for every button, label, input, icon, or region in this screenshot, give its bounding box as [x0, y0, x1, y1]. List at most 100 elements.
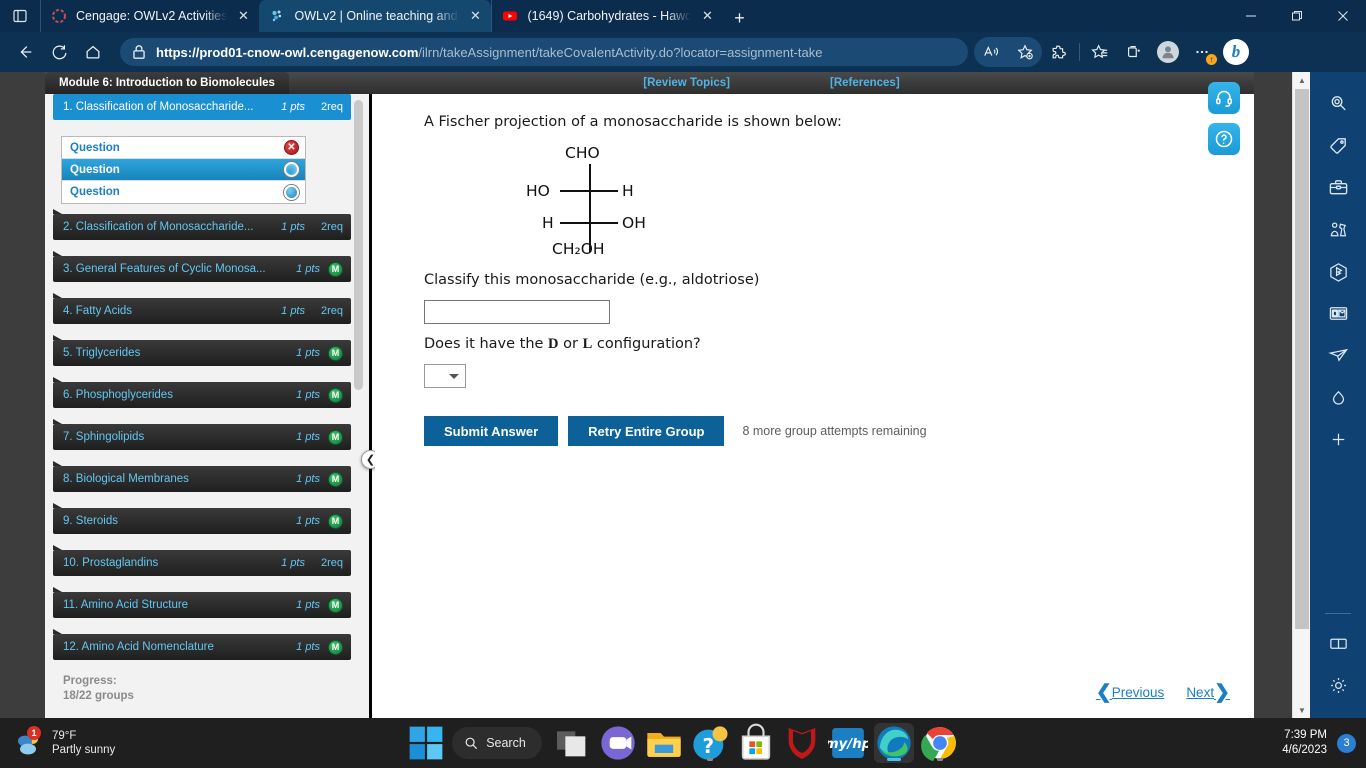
group-item-12[interactable]: 12. Amino Acid Nomenclature 1 pts M — [53, 629, 351, 660]
back-icon[interactable] — [8, 37, 42, 67]
group-name: 10. Prostaglandins — [63, 557, 159, 569]
status-unanswered-icon — [284, 162, 299, 177]
group-item-11[interactable]: 11. Amino Acid Structure 1 pts M — [53, 587, 351, 618]
teams-icon[interactable] — [598, 723, 638, 763]
bing-icon[interactable] — [1321, 254, 1355, 288]
config-q-post: configuration? — [592, 336, 701, 352]
new-tab-button[interactable]: + — [723, 4, 755, 32]
microsoft-store-icon[interactable] — [736, 723, 776, 763]
next-link[interactable]: Next ❯ — [1186, 681, 1230, 704]
browser-tab-3[interactable]: (1649) Carbohydrates - Haworth ✕ — [491, 0, 723, 32]
group-points: 1 pts — [296, 641, 320, 653]
group-item-8[interactable]: 8. Biological Membranes 1 pts M — [53, 461, 351, 492]
references-link[interactable]: [References] — [830, 77, 900, 89]
split-screen-icon[interactable] — [1321, 626, 1355, 660]
group-points: 1 pts — [296, 389, 320, 401]
tools-icon[interactable] — [1321, 170, 1355, 204]
fischer-bond-row1 — [560, 190, 618, 192]
question-row-3[interactable]: Question — [62, 181, 305, 203]
pagination-controls: ❮ Previous Next ❯ — [1096, 681, 1230, 704]
games-icon[interactable] — [1321, 212, 1355, 246]
profile-icon[interactable] — [1151, 37, 1185, 67]
scroll-up-arrow-icon[interactable]: ▲ — [1293, 72, 1311, 88]
page-viewport: Module 6: Introduction to Biomolecules [… — [0, 72, 1310, 718]
address-bar[interactable]: https://prod01-cnow-owl.cengagenow.com/i… — [120, 38, 968, 66]
browser-toolbar: https://prod01-cnow-owl.cengagenow.com/i… — [0, 32, 1366, 72]
extensions-icon[interactable] — [1042, 37, 1076, 67]
favorites-icon[interactable] — [1083, 37, 1117, 67]
collections-icon[interactable] — [1117, 37, 1151, 67]
headset-support-icon[interactable] — [1208, 82, 1240, 114]
add-icon[interactable] — [1321, 422, 1355, 456]
tab-actions-icon[interactable] — [0, 0, 40, 32]
group-item-1[interactable]: 1. Classification of Monosaccharide... 1… — [53, 94, 351, 120]
group-item-9[interactable]: 9. Steroids 1 pts M — [53, 503, 351, 534]
submit-answer-button[interactable]: Submit Answer — [424, 416, 559, 446]
read-aloud-icon[interactable] — [974, 37, 1008, 67]
add-favorite-icon[interactable] — [1008, 37, 1042, 67]
clock-date: 4/6/2023 — [1282, 744, 1327, 756]
tab-title: Cengage: OWLv2 Activities — [76, 9, 228, 23]
configuration-select[interactable] — [424, 364, 466, 388]
review-topics-link[interactable]: [Review Topics] — [643, 77, 730, 89]
shopping-tag-icon[interactable] — [1321, 128, 1355, 162]
page-scrollbar[interactable]: ▲ ▼ — [1292, 72, 1310, 718]
classification-input[interactable] — [424, 300, 610, 324]
group-item-4[interactable]: 4. Fatty Acids 1 pts 2req — [53, 293, 351, 324]
svg-text:my/hp: my/hp — [828, 737, 868, 752]
question-row-2[interactable]: Question — [62, 159, 305, 181]
outlook-icon[interactable] — [1321, 296, 1355, 330]
chrome-icon[interactable] — [920, 723, 960, 763]
tab-close-icon[interactable]: ✕ — [233, 6, 253, 26]
help-tips-icon[interactable]: ? — [690, 723, 730, 763]
group-item-7[interactable]: 7. Sphingolipids 1 pts M — [53, 419, 351, 450]
group-panel-scrollbar[interactable] — [353, 94, 364, 718]
file-explorer-icon[interactable] — [644, 723, 684, 763]
group-item-6[interactable]: 6. Phosphoglycerides 1 pts M — [53, 377, 351, 408]
scroll-down-arrow-icon[interactable]: ▼ — [1293, 702, 1311, 718]
settings-more-icon[interactable]: ↑ — [1185, 37, 1219, 67]
group-item-2[interactable]: 2. Classification of Monosaccharide... 1… — [53, 209, 351, 240]
previous-link[interactable]: ❮ Previous — [1096, 681, 1164, 704]
retry-group-button[interactable]: Retry Entire Group — [568, 416, 725, 446]
group-name: 1. Classification of Monosaccharide... — [63, 101, 254, 113]
close-icon[interactable] — [1320, 0, 1366, 32]
mcafee-icon[interactable] — [782, 723, 822, 763]
group-item-10[interactable]: 10. Prostaglandins 1 pts 2req — [53, 545, 351, 576]
taskbar-search[interactable]: Search — [452, 727, 542, 759]
browser-tab-1[interactable]: Cengage: OWLv2 Activities ✕ — [40, 0, 259, 32]
myhp-icon[interactable]: my/hp — [828, 723, 868, 763]
group-name: 12. Amino Acid Nomenclature — [63, 641, 214, 653]
page-scrollbar-thumb[interactable] — [1295, 89, 1309, 629]
search-icon[interactable] — [1321, 86, 1355, 120]
drop-icon[interactable] — [1321, 380, 1355, 414]
scrollbar-thumb[interactable] — [354, 100, 363, 390]
refresh-icon[interactable] — [42, 37, 76, 67]
group-points: 1 pts — [281, 221, 305, 233]
toolbar-divider — [1079, 43, 1080, 61]
task-view-icon[interactable] — [552, 723, 592, 763]
browser-tab-2[interactable]: OWLv2 | Online teaching and lea ✕ — [259, 0, 492, 32]
help-question-icon[interactable] — [1208, 123, 1240, 155]
progress-indicator: Progress: 18/22 groups — [63, 674, 134, 704]
home-icon[interactable] — [76, 37, 110, 67]
notification-badge[interactable]: 3 — [1337, 733, 1356, 753]
settings-gear-icon[interactable] — [1321, 668, 1355, 702]
group-item-5[interactable]: 5. Triglycerides 1 pts M — [53, 335, 351, 366]
start-icon[interactable] — [406, 723, 446, 763]
mastery-badge-icon: M — [328, 261, 343, 277]
tab-close-icon[interactable]: ✕ — [697, 6, 717, 26]
minimize-icon[interactable] — [1228, 0, 1274, 32]
tab-close-icon[interactable]: ✕ — [465, 6, 485, 26]
group-name: 6. Phosphoglycerides — [63, 389, 173, 401]
group-item-3[interactable]: 3. General Features of Cyclic Monosa... … — [53, 251, 351, 282]
read-aloud-pill — [974, 37, 1042, 67]
taskbar-clock[interactable]: 7:39 PM 4/6/2023 — [1282, 728, 1327, 758]
group-navigation-panel[interactable]: 1. Classification of Monosaccharide... 1… — [45, 94, 372, 718]
restore-icon[interactable] — [1274, 0, 1320, 32]
progress-value: 18/22 groups — [63, 690, 134, 702]
paper-plane-icon[interactable] — [1321, 338, 1355, 372]
edge-icon[interactable] — [873, 723, 914, 763]
question-row-1[interactable]: Question ✕ — [62, 137, 305, 159]
bing-copilot-icon[interactable]: b — [1219, 37, 1253, 67]
